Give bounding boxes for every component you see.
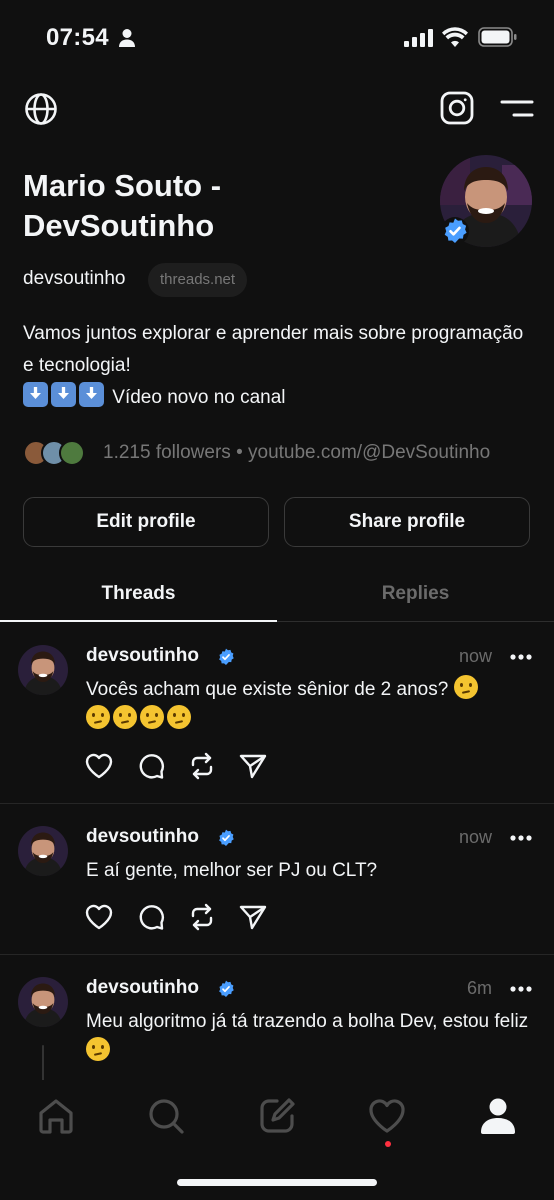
activity-icon[interactable]	[367, 1096, 407, 1136]
post-username[interactable]: devsoutinho	[86, 645, 199, 667]
post-time: now	[458, 827, 492, 847]
post-username[interactable]: devsoutinho	[86, 977, 199, 999]
thinking-face-emoji-icon	[140, 705, 164, 729]
wifi-icon	[442, 27, 468, 47]
post-text-content: Meu algoritmo já tá trazendo a bolha Dev…	[86, 1011, 529, 1032]
comment-icon[interactable]	[136, 751, 166, 781]
verified-badge-icon	[219, 648, 234, 665]
more-options-icon[interactable]	[510, 835, 532, 841]
post-avatar[interactable]	[18, 645, 68, 695]
bio-line-1: Vamos juntos explorar e aprender mais so…	[23, 323, 524, 376]
post-avatar[interactable]	[18, 826, 68, 876]
domain-badge[interactable]: threads.net	[148, 263, 248, 297]
thinking-face-emoji-icon	[167, 705, 191, 729]
home-icon[interactable]	[36, 1096, 76, 1136]
post-text-content: Vocês acham que existe sênior de 2 anos?	[86, 679, 449, 700]
status-time: 07:54	[46, 24, 109, 51]
follower-avatar	[59, 440, 85, 466]
post-text: E aí gente, melhor ser PJ ou CLT?	[86, 860, 378, 881]
profile-icon[interactable]	[478, 1096, 518, 1136]
comment-icon[interactable]	[136, 902, 166, 932]
more-options-icon[interactable]	[510, 654, 532, 660]
verified-badge-icon	[219, 829, 234, 846]
profile-handle: devsoutinho	[23, 268, 126, 289]
pleading-face-emoji-icon	[86, 1037, 110, 1061]
send-icon[interactable]	[238, 751, 268, 781]
search-icon[interactable]	[146, 1096, 186, 1136]
profile-link[interactable]: youtube.com/@DevSoutinho	[248, 442, 490, 463]
edit-profile-button[interactable]: Edit profile	[23, 497, 269, 547]
post-item[interactable]: devsoutinho now E aí gente, melhor ser P…	[0, 804, 554, 955]
repost-icon[interactable]	[187, 751, 217, 781]
followers-count[interactable]: 1.215 followers	[103, 442, 231, 463]
thinking-face-emoji-icon	[86, 705, 110, 729]
bio-line-2-text: Vídeo novo no canal	[112, 387, 286, 408]
heart-icon[interactable]	[84, 902, 114, 932]
post-item[interactable]: devsoutinho 6m Meu algoritmo já tá traze…	[0, 955, 554, 1080]
post-actions	[84, 751, 284, 783]
verified-badge-icon	[219, 980, 234, 997]
post-avatar[interactable]	[18, 977, 68, 1027]
more-options-icon[interactable]	[510, 986, 532, 992]
globe-icon[interactable]	[24, 92, 58, 126]
home-indicator[interactable]	[177, 1179, 377, 1186]
status-bar: 07:54	[0, 0, 554, 74]
post-text: Meu algoritmo já tá trazendo a bolha Dev…	[86, 1007, 536, 1067]
repost-icon[interactable]	[187, 902, 217, 932]
thinking-face-emoji-icon	[113, 705, 137, 729]
heart-icon[interactable]	[84, 751, 114, 781]
down-arrow-emoji-icon	[51, 382, 76, 407]
menu-icon[interactable]	[500, 96, 534, 122]
post-time: now	[458, 646, 492, 666]
down-arrow-emoji-icon	[23, 382, 48, 407]
post-actions	[84, 902, 284, 934]
send-icon[interactable]	[238, 902, 268, 932]
battery-icon	[478, 27, 517, 47]
post-text: Vocês acham que existe sênior de 2 anos?	[86, 675, 536, 735]
thread-connector-line	[42, 1045, 44, 1081]
tab-threads[interactable]: Threads	[0, 570, 277, 622]
post-time: 6m	[466, 978, 492, 998]
thinking-face-emoji-icon	[453, 675, 478, 699]
bio-line-2: Vídeo novo no canal	[23, 382, 533, 414]
post-username[interactable]: devsoutinho	[86, 826, 199, 848]
post-item[interactable]: devsoutinho now Vocês acham que existe s…	[0, 623, 554, 804]
compose-icon[interactable]	[257, 1096, 297, 1136]
instagram-icon[interactable]	[440, 91, 474, 125]
profile-name: Mario Souto - DevSoutinho	[23, 168, 222, 243]
profile-bio: Vamos juntos explorar e aprender mais so…	[23, 318, 533, 414]
followers-row[interactable]: 1.215 followers • youtube.com/@DevSoutin…	[23, 438, 553, 468]
tab-replies[interactable]: Replies	[277, 570, 554, 622]
cellular-signal-icon	[404, 29, 433, 47]
share-profile-button[interactable]: Share profile	[284, 497, 530, 547]
followers-text[interactable]: 1.215 followers • youtube.com/@DevSoutin…	[103, 442, 523, 464]
verified-badge-icon	[441, 217, 469, 245]
down-arrow-emoji-icon	[79, 382, 104, 407]
person-icon	[119, 29, 135, 47]
notification-dot	[385, 1141, 391, 1147]
